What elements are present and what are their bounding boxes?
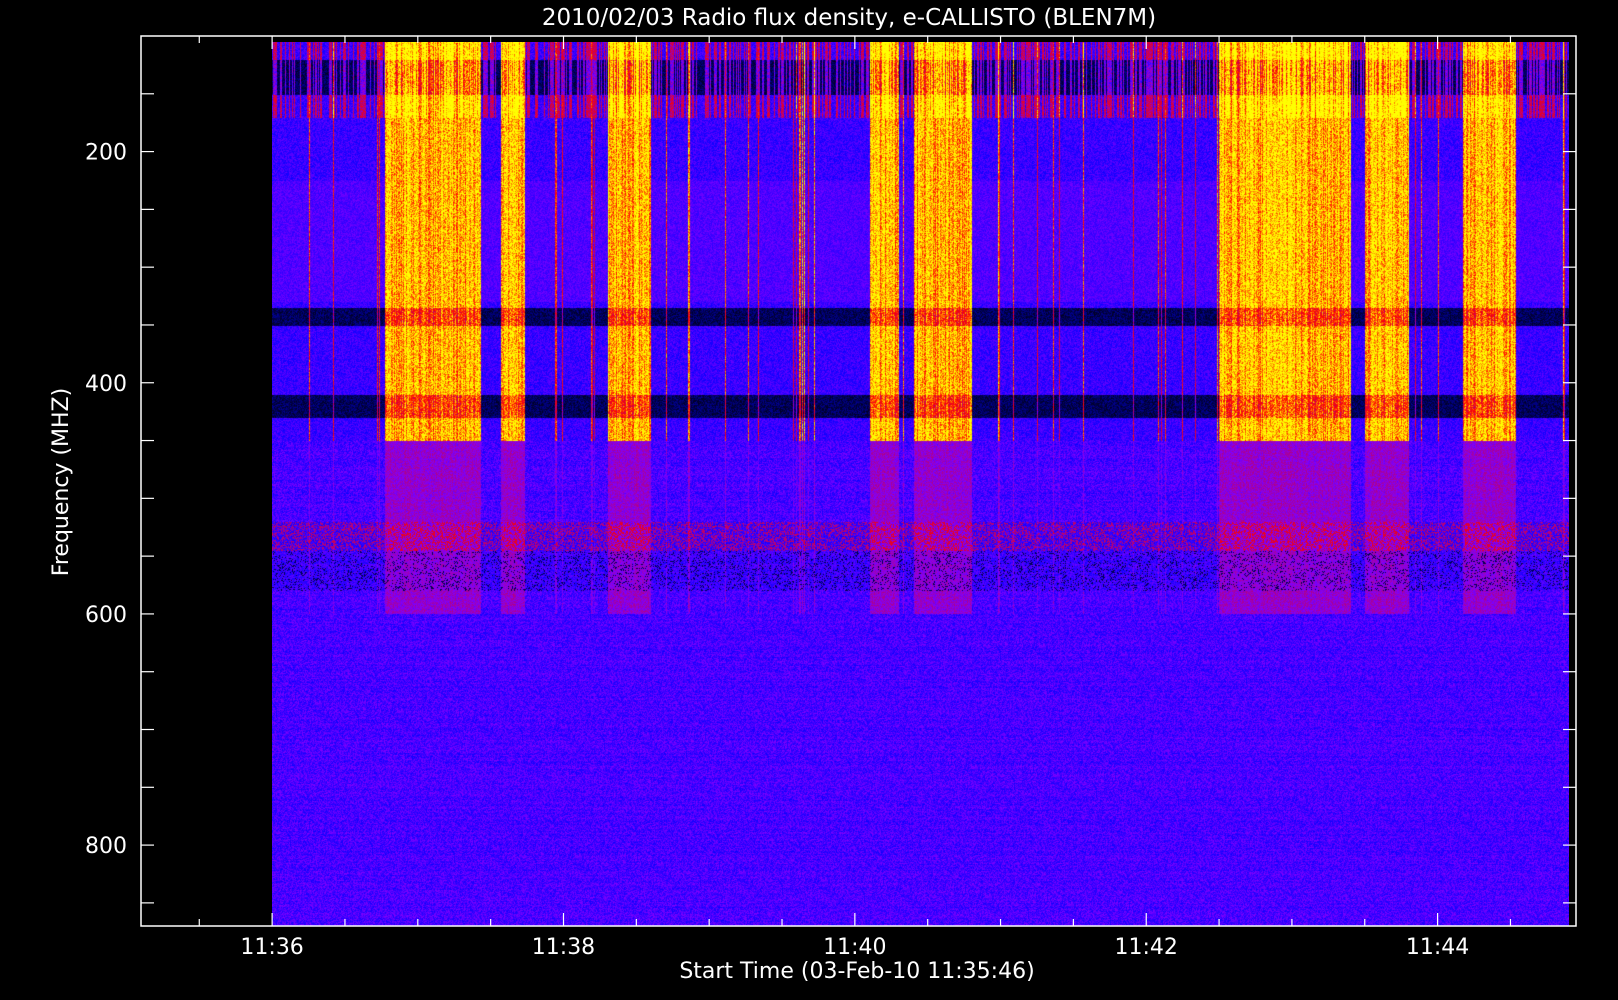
x-tick-label: 11:44 xyxy=(1406,935,1469,960)
x-axis-label: Start Time (03-Feb-10 11:35:46) xyxy=(679,959,1034,984)
spectrogram-chart: 2010/02/03 Radio flux density, e-CALLIST… xyxy=(0,0,1618,1000)
x-tick-label: 11:38 xyxy=(532,935,595,960)
y-tick-label: 800 xyxy=(85,834,127,859)
spectrogram-image xyxy=(272,42,1569,926)
spectrogram-raster xyxy=(272,42,1569,926)
x-tick-label: 11:36 xyxy=(240,935,303,960)
y-axis-label: Frequency (MHZ) xyxy=(49,388,74,576)
x-tick-label: 11:42 xyxy=(1115,935,1178,960)
y-tick-label: 200 xyxy=(85,141,127,166)
chart-title: 2010/02/03 Radio flux density, e-CALLIST… xyxy=(542,5,1156,31)
y-tick-label: 400 xyxy=(85,372,127,397)
x-tick-label: 11:40 xyxy=(823,935,886,960)
y-tick-label: 600 xyxy=(85,603,127,628)
